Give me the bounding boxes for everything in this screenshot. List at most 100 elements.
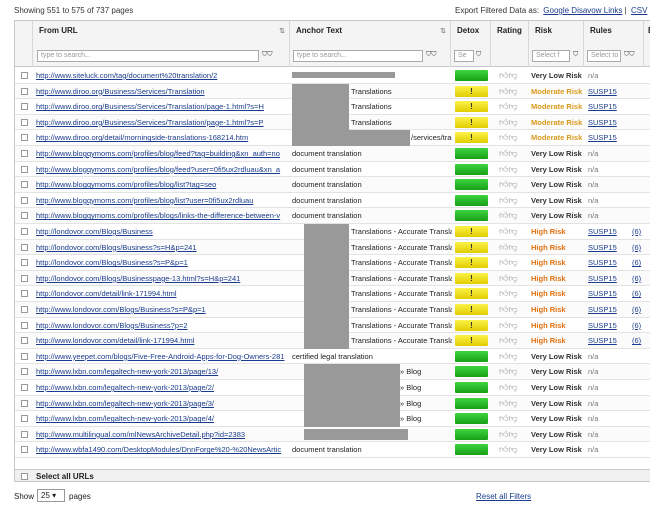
header-rating[interactable]: Rating: [491, 21, 529, 67]
rule-label[interactable]: SUSP15: [588, 258, 617, 267]
from-url-link[interactable]: http://londovor.com/Blogs/Business?s=H&p…: [36, 243, 291, 252]
row-checkbox[interactable]: [21, 243, 28, 251]
row-checkbox[interactable]: [21, 165, 28, 173]
from-url-link[interactable]: http://www.blogqymoms.com/profiles/blog/…: [36, 149, 291, 158]
from-url-link[interactable]: http://www.siteluck.com/tag/document%20t…: [36, 71, 291, 80]
row-checkbox[interactable]: [21, 321, 28, 329]
rule-label[interactable]: SUSP15: [588, 274, 617, 283]
row-checkbox[interactable]: [21, 212, 28, 220]
rules-select[interactable]: Select to: [587, 50, 621, 62]
row-checkbox[interactable]: [21, 150, 28, 157]
row-checkbox[interactable]: [21, 72, 28, 79]
rule-count-link[interactable]: (6): [632, 258, 641, 267]
rule-count-link[interactable]: (6): [632, 305, 641, 314]
thumbs-up-down-icon[interactable]: 👍︎👎︎: [499, 288, 518, 299]
rule-label[interactable]: SUSP15: [588, 118, 617, 127]
table-row[interactable]: http://www.blogqymoms.com/profiles/blog/…: [15, 193, 650, 209]
from-url-link[interactable]: http://www.blogqymoms.com/profiles/blog/…: [36, 180, 291, 189]
rule-count-link[interactable]: (6): [632, 243, 641, 252]
thumbs-up-down-icon[interactable]: 👍︎👎︎: [499, 273, 518, 284]
thumbs-up-down-icon[interactable]: 👍︎👎︎: [499, 164, 518, 175]
reset-filters-link[interactable]: Reset all Filters: [476, 492, 531, 501]
sort-icon[interactable]: ⇅: [279, 27, 285, 35]
export-csv-link[interactable]: CSV: [631, 6, 647, 15]
anchor-search-input[interactable]: type to search...: [293, 50, 423, 62]
from-url-link[interactable]: http://www.lxbn.com/legaltech-new-york-2…: [36, 367, 291, 376]
rule-count-link[interactable]: (6): [632, 227, 641, 236]
thumbs-up-down-icon[interactable]: 👍︎👎︎: [499, 351, 518, 362]
row-checkbox[interactable]: [21, 290, 28, 298]
from-url-link[interactable]: http://www.diroo.org/detail/morningside-…: [36, 133, 291, 142]
from-url-link[interactable]: http://londovor.com/Blogs/Business: [36, 227, 291, 236]
thumbs-up-down-icon[interactable]: 👍︎👎︎: [499, 179, 518, 190]
thumbs-up-down-icon[interactable]: 👍︎👎︎: [499, 70, 518, 81]
rule-label[interactable]: SUSP15: [588, 305, 617, 314]
from-url-link[interactable]: http://londovor.com/detail/link-171994.h…: [36, 289, 291, 298]
from-url-link[interactable]: http://www.lxbn.com/legaltech-new-york-2…: [36, 414, 291, 423]
header-anchor-text[interactable]: Anchor Text ⇅ type to search... ⛉⛉: [290, 21, 451, 67]
row-checkbox[interactable]: [21, 306, 28, 313]
rule-label[interactable]: SUSP15: [588, 243, 617, 252]
url-search-input[interactable]: type to search...: [37, 50, 259, 62]
row-checkbox[interactable]: [21, 337, 28, 345]
thumbs-up-down-icon[interactable]: 👍︎👎︎: [499, 101, 518, 112]
from-url-link[interactable]: http://www.londovor.com/Blogs/Business?p…: [36, 321, 291, 330]
header-detox[interactable]: Detox Se ⛉: [451, 21, 491, 67]
header-from-url[interactable]: From URL ⇅ type to search... ⛉⛉: [33, 21, 290, 67]
thumbs-up-down-icon[interactable]: 👍︎👎︎: [499, 195, 518, 206]
rule-count-link[interactable]: (6): [632, 321, 641, 330]
thumbs-up-down-icon[interactable]: 👍︎👎︎: [499, 132, 518, 143]
from-url-link[interactable]: http://www.yeepet.com/blogs/Five-Free-An…: [36, 352, 291, 361]
select-all-checkbox[interactable]: [21, 473, 28, 480]
row-checkbox[interactable]: [21, 181, 28, 189]
row-checkbox[interactable]: [21, 87, 28, 95]
from-url-link[interactable]: http://www.diroo.org/Business/Services/T…: [36, 118, 291, 127]
row-checkbox[interactable]: [21, 384, 28, 391]
rule-label[interactable]: SUSP15: [588, 133, 617, 142]
row-checkbox[interactable]: [21, 228, 28, 235]
rule-count-link[interactable]: (6): [632, 336, 641, 345]
filter-funnel-icon[interactable]: ⛉: [573, 51, 578, 59]
thumbs-up-down-icon[interactable]: 👍︎👎︎: [499, 226, 518, 237]
thumbs-up-down-icon[interactable]: 👍︎👎︎: [499, 444, 518, 455]
row-checkbox[interactable]: [21, 274, 28, 282]
from-url-link[interactable]: http://www.blogqymoms.com/profiles/blogs…: [36, 211, 291, 220]
thumbs-up-down-icon[interactable]: 👍︎👎︎: [499, 117, 518, 128]
from-url-link[interactable]: http://www.lxbn.com/legaltech-new-york-2…: [36, 399, 291, 408]
from-url-link[interactable]: http://www.multilingual.com/mlNewsArchiv…: [36, 430, 291, 439]
filter-funnel-icon[interactable]: ⛉⛉: [624, 51, 635, 59]
row-checkbox[interactable]: [21, 446, 28, 454]
row-checkbox[interactable]: [21, 118, 28, 126]
thumbs-up-down-icon[interactable]: 👍︎👎︎: [499, 242, 518, 253]
row-checkbox[interactable]: [21, 103, 28, 111]
row-checkbox[interactable]: [21, 352, 28, 360]
table-row[interactable]: http://www.blogqymoms.com/profiles/blog/…: [15, 146, 650, 162]
filter-funnel-icon[interactable]: ⛉: [476, 51, 481, 59]
filter-funnel-icon[interactable]: ⛉⛉: [262, 51, 273, 59]
thumbs-up-down-icon[interactable]: 👍︎👎︎: [499, 86, 518, 97]
thumbs-up-down-icon[interactable]: 👍︎👎︎: [499, 398, 518, 409]
from-url-link[interactable]: http://www.londovor.com/Blogs/Business?s…: [36, 305, 291, 314]
from-url-link[interactable]: http://www.wbfa1490.com/DesktopModules/D…: [36, 445, 291, 454]
header-rules[interactable]: Rules Select to ⛉⛉: [584, 21, 644, 67]
header-extra[interactable]: E: [644, 21, 650, 67]
table-row[interactable]: http://www.blogqymoms.com/profiles/blog/…: [15, 162, 650, 178]
row-checkbox[interactable]: [21, 368, 28, 376]
detox-select[interactable]: Se: [454, 50, 474, 62]
row-checkbox[interactable]: [21, 196, 28, 204]
thumbs-up-down-icon[interactable]: 👍︎👎︎: [499, 148, 518, 159]
from-url-link[interactable]: http://www.blogqymoms.com/profiles/blog/…: [36, 165, 291, 174]
rule-label[interactable]: SUSP15: [588, 227, 617, 236]
row-checkbox[interactable]: [21, 134, 28, 142]
from-url-link[interactable]: http://londovor.com/Blogs/Businesspage-1…: [36, 274, 291, 283]
header-risk[interactable]: Risk Select f ⛉: [529, 21, 584, 67]
rule-count-link[interactable]: (6): [632, 289, 641, 298]
row-checkbox[interactable]: [21, 415, 28, 423]
risk-select[interactable]: Select f: [532, 50, 570, 62]
from-url-link[interactable]: http://www.lxbn.com/legaltech-new-york-2…: [36, 383, 291, 392]
page-size-select[interactable]: 25 ▾: [37, 489, 65, 502]
from-url-link[interactable]: http://www.diroo.org/Business/Services/T…: [36, 87, 291, 96]
thumbs-up-down-icon[interactable]: 👍︎👎︎: [499, 382, 518, 393]
thumbs-up-down-icon[interactable]: 👍︎👎︎: [499, 320, 518, 331]
thumbs-up-down-icon[interactable]: 👍︎👎︎: [499, 257, 518, 268]
